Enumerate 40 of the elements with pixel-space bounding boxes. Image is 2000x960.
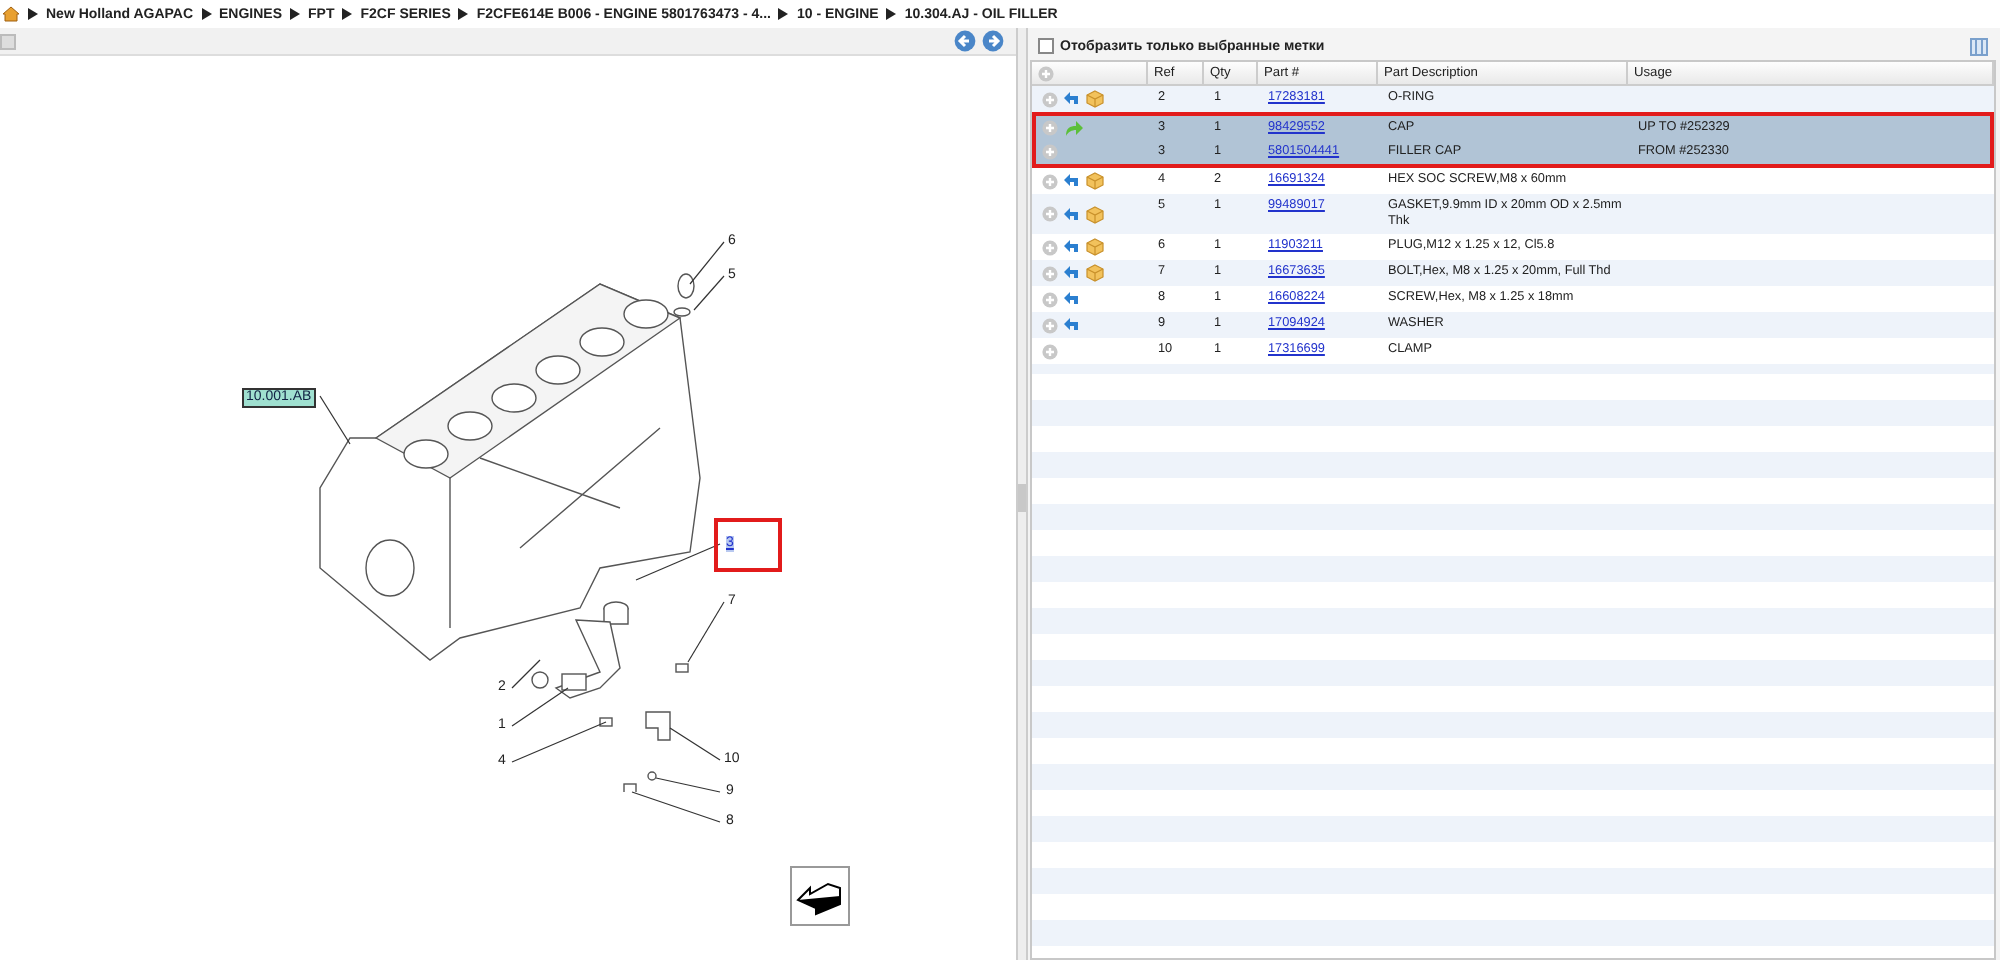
triangle-icon: [458, 8, 469, 20]
add-icon[interactable]: [1042, 343, 1058, 359]
add-icon[interactable]: [1042, 317, 1058, 333]
add-icon[interactable]: [1042, 291, 1058, 307]
leader-line: [319, 395, 351, 445]
arrow-icon[interactable]: [1064, 207, 1080, 221]
home-icon[interactable]: [2, 6, 20, 22]
back-icon[interactable]: [954, 30, 976, 52]
triangle-icon: [28, 8, 38, 20]
forward-icon[interactable]: [982, 30, 1004, 52]
box-icon[interactable]: [1086, 172, 1104, 190]
leader-line: [687, 601, 725, 663]
leader-line: [669, 727, 721, 761]
parent-button[interactable]: [790, 866, 850, 926]
add-icon[interactable]: [1042, 206, 1058, 222]
add-icon[interactable]: [1042, 265, 1058, 281]
selection-box: [714, 518, 782, 572]
leader-line: [693, 275, 725, 311]
leader-line: [689, 241, 725, 285]
triangle-icon: [886, 8, 897, 20]
triangle-icon: [290, 8, 301, 20]
add-icon[interactable]: [1042, 144, 1058, 160]
zoom-button[interactable]: [0, 33, 16, 49]
box-icon[interactable]: [1086, 90, 1104, 108]
triangle-icon: [201, 8, 212, 20]
add-icon[interactable]: [1042, 239, 1058, 255]
splitter-handle[interactable]: [1018, 484, 1026, 512]
box-icon[interactable]: [1086, 238, 1104, 256]
columns-icon[interactable]: [1970, 37, 1988, 55]
leader-line: [635, 543, 721, 581]
checkbox[interactable]: [1038, 38, 1054, 54]
add-icon[interactable]: [1042, 91, 1058, 107]
triangle-icon: [342, 8, 353, 20]
add-icon[interactable]: [1038, 65, 1054, 81]
add-icon[interactable]: [1042, 173, 1058, 189]
box-icon[interactable]: [1086, 205, 1104, 223]
add-icon[interactable]: [1042, 120, 1058, 136]
box-icon[interactable]: [1086, 264, 1104, 282]
triangle-icon: [778, 8, 789, 20]
arrow-icon[interactable]: [1064, 174, 1080, 188]
